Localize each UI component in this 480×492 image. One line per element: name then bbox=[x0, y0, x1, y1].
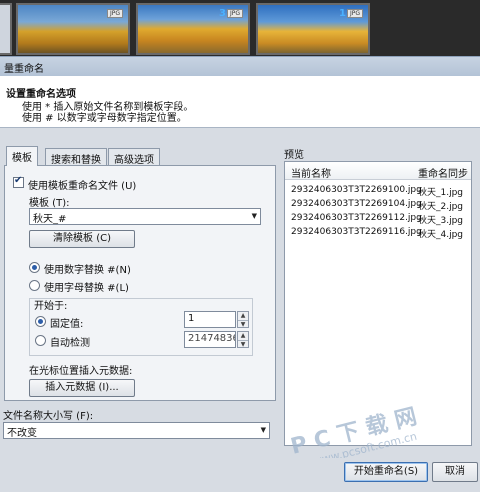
thumbnail-image bbox=[0, 5, 10, 53]
chevron-down-icon[interactable]: ▼ bbox=[252, 212, 257, 220]
start-rename-button[interactable]: 开始重命名(S) bbox=[344, 462, 428, 482]
auto-value-spinner[interactable]: ▲ ▼ bbox=[237, 331, 249, 348]
preview-label: 预览 bbox=[284, 150, 304, 161]
selection-number: 3 bbox=[219, 8, 226, 19]
preview-row[interactable]: 2932406303T3T2269104.jpg 秋天_2.jpg bbox=[285, 198, 471, 212]
radio-fixed[interactable] bbox=[35, 316, 46, 327]
dialog-titlebar[interactable]: 量重命名 bbox=[0, 56, 480, 76]
spin-down-icon[interactable]: ▼ bbox=[238, 319, 248, 328]
fixed-value-input[interactable]: 1 bbox=[184, 311, 236, 328]
template-value: 秋天_# bbox=[33, 214, 67, 225]
instructions-line: 使用 # 以数字或字母数字指定位置。 bbox=[22, 113, 187, 124]
preview-row[interactable]: 2932406303T3T2269116.jpg 秋天_4.jpg bbox=[285, 226, 471, 240]
auto-label: 自动检测 bbox=[50, 338, 90, 349]
selection-number: 1 bbox=[339, 8, 346, 19]
row-new-name: 秋天_2.jpg bbox=[418, 202, 464, 212]
fixed-label: 固定值: bbox=[50, 319, 84, 330]
thumbnail-0[interactable] bbox=[0, 3, 12, 55]
row-current-name: 2932406303T3T2269104.jpg bbox=[291, 199, 422, 209]
template-label: 模板 (T): bbox=[29, 198, 70, 209]
clear-template-label: 清除模板 (C) bbox=[53, 233, 111, 244]
column-header-new[interactable]: 重命名同步 bbox=[418, 165, 468, 180]
spin-up-icon[interactable]: ▲ bbox=[238, 312, 248, 320]
row-new-name: 秋天_1.jpg bbox=[418, 188, 464, 198]
row-current-name: 2932406303T3T2269112.jpg bbox=[291, 213, 422, 223]
fixed-value: 1 bbox=[188, 313, 195, 324]
thumbnail-strip: JPG 3 JPG 1 JPG bbox=[0, 0, 480, 56]
radio-numeric[interactable] bbox=[29, 262, 40, 273]
start-rename-label: 开始重命名(S) bbox=[353, 466, 419, 477]
preview-row[interactable]: 2932406303T3T2269100.jpg 秋天_1.jpg bbox=[285, 184, 471, 198]
filename-case-value: 不改变 bbox=[7, 428, 37, 439]
insert-metadata-button[interactable]: 插入元数据 (I)... bbox=[29, 379, 135, 397]
jpg-badge: JPG bbox=[226, 9, 243, 18]
spin-up-icon[interactable]: ▲ bbox=[238, 332, 248, 340]
preview-list[interactable]: 当前名称 重命名同步 2932406303T3T2269100.jpg 秋天_1… bbox=[284, 161, 472, 446]
auto-value-input[interactable]: 214748364 bbox=[184, 331, 236, 348]
radio-alpha-label: 使用字母替换 #(L) bbox=[44, 283, 129, 294]
filename-case-select[interactable]: 不改变 ▼ bbox=[3, 422, 270, 439]
jpg-badge: JPG bbox=[346, 9, 363, 18]
dialog-title: 量重命名 bbox=[4, 64, 44, 75]
tab-label: 模板 bbox=[12, 153, 32, 164]
thumbnail-3[interactable]: 1 JPG bbox=[256, 3, 370, 55]
row-new-name: 秋天_4.jpg bbox=[418, 230, 464, 240]
use-template-checkbox[interactable] bbox=[13, 175, 24, 188]
instructions-panel: 设置重命名选项 使用 * 插入原始文件名称到模板字段。 使用 # 以数字或字母数… bbox=[0, 76, 480, 128]
row-current-name: 2932406303T3T2269116.jpg bbox=[291, 227, 422, 237]
tab-template[interactable]: 模板 bbox=[6, 146, 38, 166]
chevron-down-icon[interactable]: ▼ bbox=[261, 426, 266, 434]
auto-value: 214748364 bbox=[188, 333, 235, 344]
spin-down-icon[interactable]: ▼ bbox=[238, 339, 248, 348]
preview-header: 当前名称 重命名同步 bbox=[285, 162, 471, 180]
insert-metadata-button-label: 插入元数据 (I)... bbox=[45, 382, 119, 393]
insert-metadata-label: 在光标位置插入元数据: bbox=[29, 366, 133, 377]
radio-numeric-label: 使用数字替换 #(N) bbox=[44, 265, 131, 276]
tab-search-replace[interactable]: 搜索和替换 bbox=[45, 148, 107, 166]
column-header-current[interactable]: 当前名称 bbox=[291, 165, 331, 180]
template-combo[interactable]: 秋天_# ▼ bbox=[29, 208, 261, 225]
jpg-badge: JPG bbox=[106, 9, 123, 18]
radio-alpha[interactable] bbox=[29, 280, 40, 291]
row-current-name: 2932406303T3T2269100.jpg bbox=[291, 185, 422, 195]
clear-template-button[interactable]: 清除模板 (C) bbox=[29, 230, 135, 248]
radio-auto[interactable] bbox=[35, 335, 46, 346]
filename-case-label: 文件名称大小写 (F): bbox=[3, 411, 94, 422]
thumbnail-1[interactable]: JPG bbox=[16, 3, 130, 55]
preview-row[interactable]: 2932406303T3T2269112.jpg 秋天_3.jpg bbox=[285, 212, 471, 226]
row-new-name: 秋天_3.jpg bbox=[418, 216, 464, 226]
cancel-button[interactable]: 取消 bbox=[432, 462, 478, 482]
cancel-label: 取消 bbox=[445, 466, 465, 477]
tab-advanced[interactable]: 高级选项 bbox=[108, 148, 160, 166]
thumbnail-2[interactable]: 3 JPG bbox=[136, 3, 250, 55]
use-template-label: 使用模板重命名文件 (U) bbox=[28, 181, 137, 192]
fixed-value-spinner[interactable]: ▲ ▼ bbox=[237, 311, 249, 328]
